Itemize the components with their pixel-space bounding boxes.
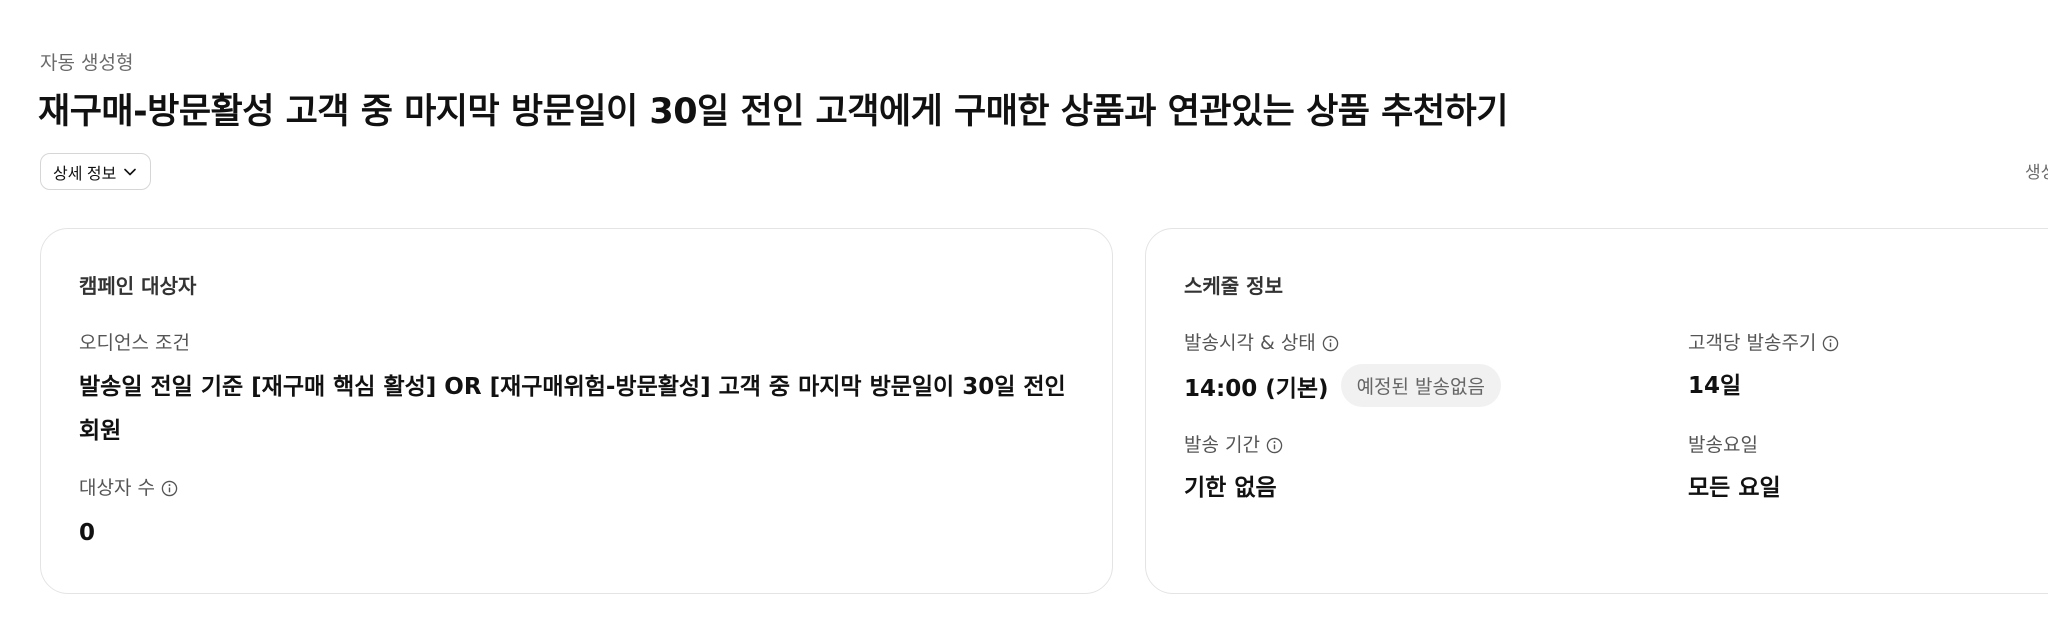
send-cycle-label: 고객당 발송주기 (1688, 330, 1839, 356)
target-count-label: 대상자 수 (79, 475, 178, 501)
send-time-value: 14:00 (기본) (1184, 375, 1329, 402)
audience-condition-line-2: 회원 (79, 418, 122, 444)
campaign-detail-page: 자동 생성형 재구매-방문활성 고객 중 마지막 방문일이 30일 전인 고객에… (0, 0, 2048, 643)
audience-condition-label: 오디언스 조건 (79, 330, 190, 356)
campaign-target-card: 캠페인 대상자 오디언스 조건 발송일 전일 기준 [재구매 핵심 활성] OR… (40, 228, 1113, 594)
campaign-target-card-title: 캠페인 대상자 (79, 274, 197, 298)
created-meta-label: 생성 (2025, 163, 2048, 183)
send-period-value: 기한 없음 (1184, 475, 1277, 501)
info-icon[interactable] (161, 480, 178, 497)
detail-info-button-label: 상세 정보 (53, 165, 117, 183)
page-title: 재구매-방문활성 고객 중 마지막 방문일이 30일 전인 고객에게 구매한 상… (38, 92, 1508, 132)
send-cycle-label-text: 고객당 발송주기 (1688, 332, 1817, 354)
send-time-label-text: 발송시각 & 상태 (1184, 332, 1316, 354)
send-time-status-row: 14:00 (기본) 예정된 발송없음 (1184, 364, 1501, 407)
send-period-label: 발송 기간 (1184, 432, 1283, 458)
info-icon[interactable] (1322, 335, 1339, 352)
campaign-type-label: 자동 생성형 (40, 52, 134, 74)
info-icon[interactable] (1266, 437, 1283, 454)
send-weekday-label: 발송요일 (1688, 432, 1758, 458)
schedule-info-card: 스케줄 정보 발송시각 & 상태 14:00 (기본) 예정된 발송없음 고객당… (1145, 228, 2048, 594)
audience-condition-label-text: 오디언스 조건 (79, 332, 190, 354)
audience-condition-line-1: 발송일 전일 기준 [재구매 핵심 활성] OR [재구매위험-방문활성] 고객… (79, 374, 1066, 400)
target-count-value: 0 (79, 520, 96, 546)
audience-condition-value: 발송일 전일 기준 [재구매 핵심 활성] OR [재구매위험-방문활성] 고객… (79, 365, 1079, 453)
detail-info-button[interactable]: 상세 정보 (40, 153, 152, 190)
send-cycle-value: 14일 (1688, 373, 1742, 399)
send-weekday-label-text: 발송요일 (1688, 434, 1758, 456)
chevron-down-icon (124, 168, 137, 175)
schedule-info-card-title: 스케줄 정보 (1184, 274, 1283, 298)
info-icon[interactable] (1822, 335, 1839, 352)
target-count-label-text: 대상자 수 (79, 477, 155, 499)
send-time-label: 발송시각 & 상태 (1184, 330, 1339, 356)
send-status-badge: 예정된 발송없음 (1340, 364, 1501, 407)
send-weekday-value: 모든 요일 (1688, 475, 1781, 501)
send-period-label-text: 발송 기간 (1184, 434, 1260, 456)
